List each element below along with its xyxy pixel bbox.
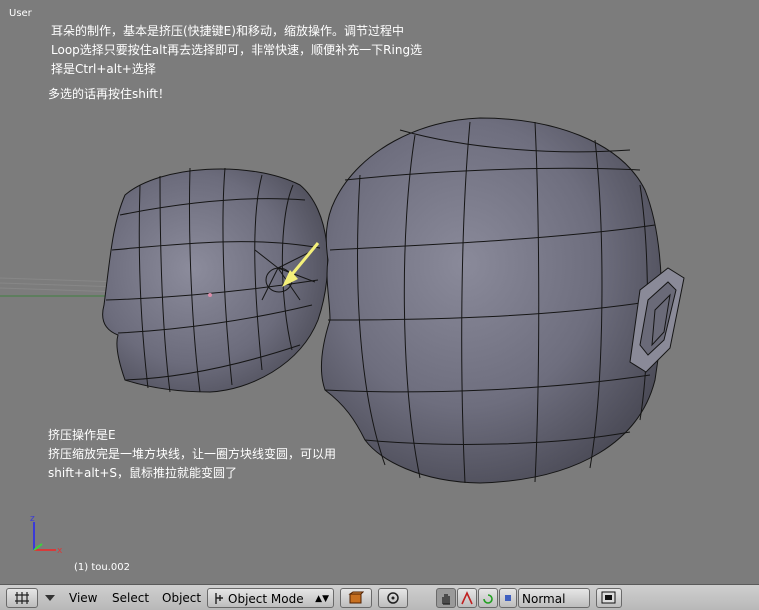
editor-type-button[interactable] [6,588,38,608]
axis-x-label: x [57,546,63,556]
select-arrows-icon: ▲▼ [315,594,329,604]
menu-view[interactable]: View [65,588,101,608]
translate-icon [461,591,473,605]
3d-view-header: View Select Object Object Mode ▲▼ Normal [0,584,759,610]
floor-grid [0,277,121,293]
translate-button[interactable] [457,588,477,608]
pivot-button[interactable] [378,588,408,608]
render-icon [601,591,616,604]
axis-gizmo-icon: z x [30,514,63,556]
tutorial-note-multiselect: 多选的话再按住shift！ [48,87,170,101]
scale-icon [505,595,511,601]
view-label: User [9,8,32,19]
note-line: Loop选择只要按住alt再去选择即可，非常快速，顺便补充一下Ring选 [51,43,423,57]
render-button[interactable] [596,588,622,608]
rotate-button[interactable] [478,588,498,608]
orientation-label: Normal [522,592,566,606]
pivot-icon [387,592,399,604]
transform-orientation-select[interactable]: Normal [518,588,590,608]
object-mode-icon [215,593,223,604]
scale-button[interactable] [499,588,517,608]
grid-editor-type-icon [15,592,29,604]
draw-type-button[interactable] [340,588,372,608]
menu-object[interactable]: Object [158,588,205,608]
object-mode-select[interactable]: Object Mode ▲▼ [207,588,334,608]
tutorial-note-bottom: 挤压操作是E 挤压缩放完是一堆方块线，让一圈方块线变圆，可以用 shift+al… [48,426,336,483]
axis-z-label: z [30,514,35,524]
3d-viewport[interactable]: User 耳朵的制作，基本是挤压(快捷键E)和移动，缩放操作。调节过程中 Loo… [0,0,759,584]
cursor-dot [208,293,212,297]
note-line: shift+alt+S，鼠标推拉就能变圆了 [48,466,238,480]
active-object-label: (1) tou.002 [74,562,130,573]
manipulator-toggle-button[interactable] [436,588,456,608]
draw-type-icon [348,591,364,604]
menu-collapse-button[interactable] [42,588,58,608]
menu-collapse-icon [45,595,55,601]
note-line: 挤压操作是E [48,428,116,442]
note-line: 择是Ctrl+alt+选择 [51,62,156,76]
big-head-mesh [320,117,663,484]
note-line: 耳朵的制作，基本是挤压(快捷键E)和移动，缩放操作。调节过程中 [51,24,404,38]
menu-select[interactable]: Select [108,588,153,608]
object-mode-label: Object Mode [228,592,304,606]
rotate-icon [483,594,493,604]
note-line: 挤压缩放完是一堆方块线，让一圈方块线变圆，可以用 [48,447,337,461]
hand-icon [442,594,450,605]
tutorial-note-top: 耳朵的制作，基本是挤压(快捷键E)和移动，缩放操作。调节过程中 Loop选择只要… [51,22,422,79]
